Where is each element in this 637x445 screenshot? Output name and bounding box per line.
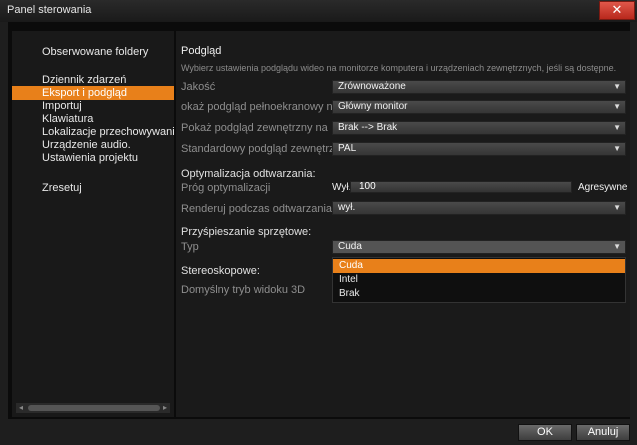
- scroll-right-icon[interactable]: ▸: [160, 403, 170, 413]
- quality-label: Jakość: [181, 81, 216, 93]
- external-preview-dropdown[interactable]: Brak --> Brak ▼: [332, 121, 626, 135]
- preview-description: Wybierz ustawienia podglądu wideo na mon…: [181, 63, 617, 73]
- threshold-min-label: Wył.: [332, 182, 352, 193]
- hardware-type-value: Cuda: [338, 241, 362, 252]
- fullscreen-preview-dropdown[interactable]: Główny monitor ▼: [332, 100, 626, 114]
- threshold-max-label: Agresywne: [578, 182, 628, 193]
- sidebar-item-audio-device[interactable]: Urządzenie audio.: [12, 138, 174, 152]
- chevron-down-icon: ▼: [613, 203, 621, 212]
- external-preview-label: Pokaż podgląd zewnętrzny na: [181, 122, 328, 134]
- preview-heading: Podgląd: [181, 45, 222, 57]
- sidebar-item-storage-locations[interactable]: Lokalizacje przechowywania: [12, 125, 174, 139]
- external-preview-value: Brak --> Brak: [338, 122, 398, 133]
- option-intel[interactable]: Intel: [333, 273, 625, 287]
- standard-preview-dropdown[interactable]: PAL ▼: [332, 142, 626, 156]
- close-button[interactable]: ✕: [599, 1, 635, 20]
- scroll-left-icon[interactable]: ◂: [16, 403, 26, 413]
- optimization-heading: Optymalizacja odtwarzania:: [181, 168, 316, 180]
- hardware-type-dropdown[interactable]: Cuda ▼: [332, 240, 626, 254]
- sidebar-item-project-settings[interactable]: Ustawienia projektu: [12, 151, 174, 165]
- hardware-acceleration-heading: Przyśpieszanie sprzętowe:: [181, 226, 312, 238]
- chevron-down-icon: ▼: [613, 82, 621, 91]
- chevron-down-icon: ▼: [613, 144, 621, 153]
- title-bar: Panel sterowania ✕: [0, 0, 637, 22]
- default-3d-view-mode-label: Domyślny tryb widoku 3D: [181, 284, 306, 296]
- sidebar-item-export-preview[interactable]: Eksport i podgląd: [12, 86, 174, 100]
- window-title: Panel sterowania: [7, 4, 92, 16]
- sidebar-item-keyboard[interactable]: Klawiatura: [12, 112, 174, 126]
- optimization-threshold-label: Próg optymalizacji: [181, 182, 271, 194]
- sidebar-item-event-log[interactable]: Dziennik zdarzeń: [12, 73, 174, 87]
- ok-button[interactable]: OK: [518, 424, 572, 441]
- render-during-playback-value: wył.: [338, 202, 356, 213]
- scrollbar-thumb[interactable]: [28, 405, 160, 411]
- sidebar-item-reset[interactable]: Zresetuj: [12, 181, 174, 195]
- render-during-playback-label: Renderuj podczas odtwarzania: [181, 203, 333, 215]
- fullscreen-preview-label: okaż podgląd pełnoekranowy na: [181, 101, 339, 113]
- cancel-button[interactable]: Anuluj: [576, 424, 630, 441]
- hardware-type-label: Typ: [181, 241, 199, 253]
- quality-dropdown[interactable]: Zrównoważone ▼: [332, 80, 626, 94]
- hardware-type-options-list: Cuda Intel Brak: [332, 257, 626, 303]
- threshold-value: 100: [359, 181, 376, 192]
- option-brak[interactable]: Brak: [333, 287, 625, 301]
- sidebar-horizontal-scrollbar[interactable]: ◂ ▸: [16, 403, 170, 413]
- quality-value: Zrównoważone: [338, 81, 406, 92]
- option-cuda[interactable]: Cuda: [333, 259, 625, 273]
- sidebar-item-import[interactable]: Importuj: [12, 99, 174, 113]
- fullscreen-preview-value: Główny monitor: [338, 101, 408, 112]
- sidebar-item-watched-folders[interactable]: Obserwowane foldery: [12, 45, 174, 59]
- render-during-playback-dropdown[interactable]: wył. ▼: [332, 201, 626, 215]
- sidebar: Obserwowane foldery Dziennik zdarzeń Eks…: [12, 31, 174, 417]
- close-icon: ✕: [611, 2, 623, 17]
- standard-preview-label: Standardowy podgląd zewnętrzny: [181, 143, 347, 155]
- chevron-down-icon: ▼: [613, 123, 621, 132]
- optimization-threshold-slider[interactable]: 100: [350, 181, 572, 193]
- stereoscopic-heading: Stereoskopowe:: [181, 265, 260, 277]
- chevron-down-icon: ▼: [613, 242, 621, 251]
- chevron-down-icon: ▼: [613, 102, 621, 111]
- standard-preview-value: PAL: [338, 143, 357, 154]
